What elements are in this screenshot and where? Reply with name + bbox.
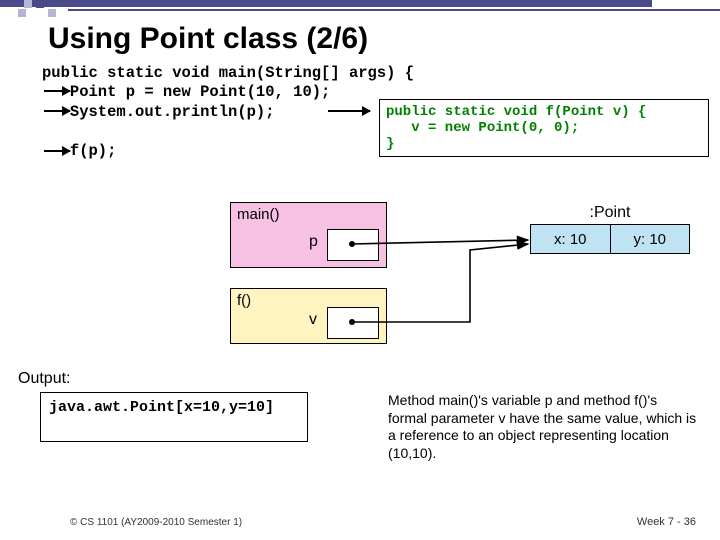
slide-top-accent [0,0,720,14]
output-box: java.awt.Point[x=10,y=10] [40,392,308,442]
main-frame-box: main() p [230,202,387,268]
output-label: Output: [18,370,70,388]
arrow-icon [44,90,70,92]
slide-title: Using Point class (2/6) [48,22,368,56]
var-v-label: v [309,311,317,329]
explanation-text: Method main()'s variable p and method f(… [388,392,698,462]
arrow-icon [44,150,70,152]
var-p-box [327,229,379,261]
f-frame-box: f() v [230,288,387,344]
var-p-label: p [309,233,318,251]
f-frame-label: f() [237,292,251,309]
point-object: :Point x: 10 y: 10 [530,204,690,254]
arrow-icon [44,110,70,112]
var-v-box [327,307,379,339]
point-x-field: x: 10 [531,225,611,253]
point-y-field: y: 10 [611,225,690,253]
code-f-block: public static void f(Point v) { v = new … [379,99,709,157]
footer-copyright: © CS 1101 (AY2009-2010 Semester 1) [70,517,242,528]
code-main-block: public static void main(String[] args) {… [42,64,414,161]
arrow-icon [328,110,370,112]
footer-page-number: Week 7 - 36 [637,516,696,528]
main-frame-label: main() [237,206,280,223]
point-object-label: :Point [530,204,690,222]
